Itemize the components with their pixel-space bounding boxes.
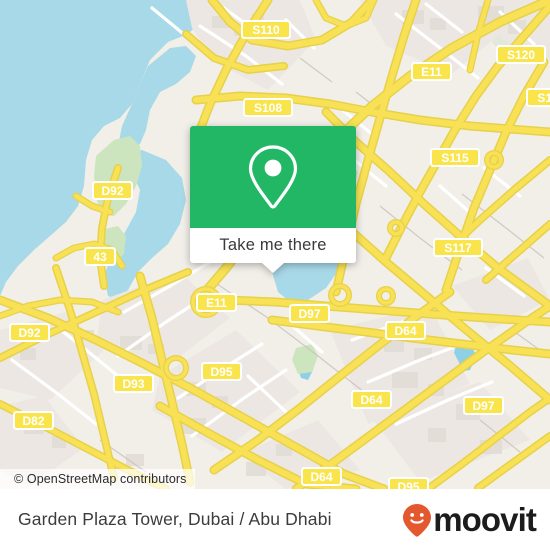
road-shield: E11	[196, 293, 237, 312]
road-shield: 43	[84, 247, 116, 266]
road-shield: D82	[13, 411, 54, 430]
take-me-there-label: Take me there	[219, 236, 327, 254]
moovit-wordmark: moovit	[433, 501, 537, 538]
road-shield: S117	[526, 88, 550, 107]
road-shield-label: S117	[537, 91, 550, 105]
road-shield: D64	[351, 390, 392, 409]
road-shield: S110	[241, 20, 291, 39]
road-shield: D93	[113, 374, 154, 393]
road-shield: D64	[385, 321, 426, 340]
callout-pointer-tail	[262, 263, 284, 273]
road-shield: D64	[301, 467, 342, 486]
road-shield: D95	[201, 362, 242, 381]
moovit-logo[interactable]: moovit	[402, 501, 537, 538]
road-shield-label: D93	[122, 377, 144, 391]
road-shield: S117	[433, 238, 483, 257]
callout-action-bar[interactable]: Take me there	[190, 228, 356, 263]
road-shield-label: 43	[93, 250, 107, 264]
road-shield-label: S108	[254, 101, 282, 115]
road-shield-label: D97	[298, 307, 320, 321]
road-shield: D97	[289, 304, 330, 323]
road-shield-label: S110	[252, 23, 280, 37]
road-shield-label: D64	[310, 470, 332, 484]
road-shield-label: D95	[397, 480, 419, 489]
road-shield: D92	[92, 181, 133, 200]
road-shield-label: D64	[360, 393, 382, 407]
road-shield-label: D92	[18, 326, 40, 340]
take-me-there-callout[interactable]: Take me there	[190, 126, 356, 273]
road-shield: S120	[496, 45, 546, 64]
road-shield: S108	[243, 98, 293, 117]
osm-attribution[interactable]: © OpenStreetMap contributors	[0, 469, 195, 489]
map-screenshot: S110 S120 E11 S108 S117 S115 D92 S117 43 E11 D97 D9…	[0, 0, 550, 550]
road-shield-label: E11	[206, 296, 227, 310]
callout-icon-panel	[190, 126, 356, 228]
road-shield-label: D97	[472, 399, 494, 413]
road-shield: D95	[388, 477, 429, 489]
road-shield: D92	[9, 323, 50, 342]
road-shield-label: D92	[101, 184, 123, 198]
place-title: Garden Plaza Tower, Dubai / Abu Dhabi	[18, 509, 332, 529]
road-shield: E11	[411, 62, 452, 81]
road-shield-label: S115	[441, 151, 469, 165]
road-shield-label: D64	[394, 324, 416, 338]
road-shield-label: S120	[507, 48, 535, 62]
map-canvas[interactable]: S110 S120 E11 S108 S117 S115 D92 S117 43 E11 D97 D9…	[0, 0, 550, 489]
road-shield-label: S117	[444, 241, 472, 255]
road-shield-label: E11	[421, 65, 442, 79]
footer-bar: Garden Plaza Tower, Dubai / Abu Dhabi mo…	[0, 489, 550, 550]
road-shield: S115	[430, 148, 480, 167]
road-shield-label: D95	[210, 365, 232, 379]
road-shield: D97	[463, 396, 504, 415]
moovit-pin-icon	[403, 503, 432, 537]
map-pin-icon	[248, 145, 298, 209]
road-shield-label: D82	[22, 414, 44, 428]
